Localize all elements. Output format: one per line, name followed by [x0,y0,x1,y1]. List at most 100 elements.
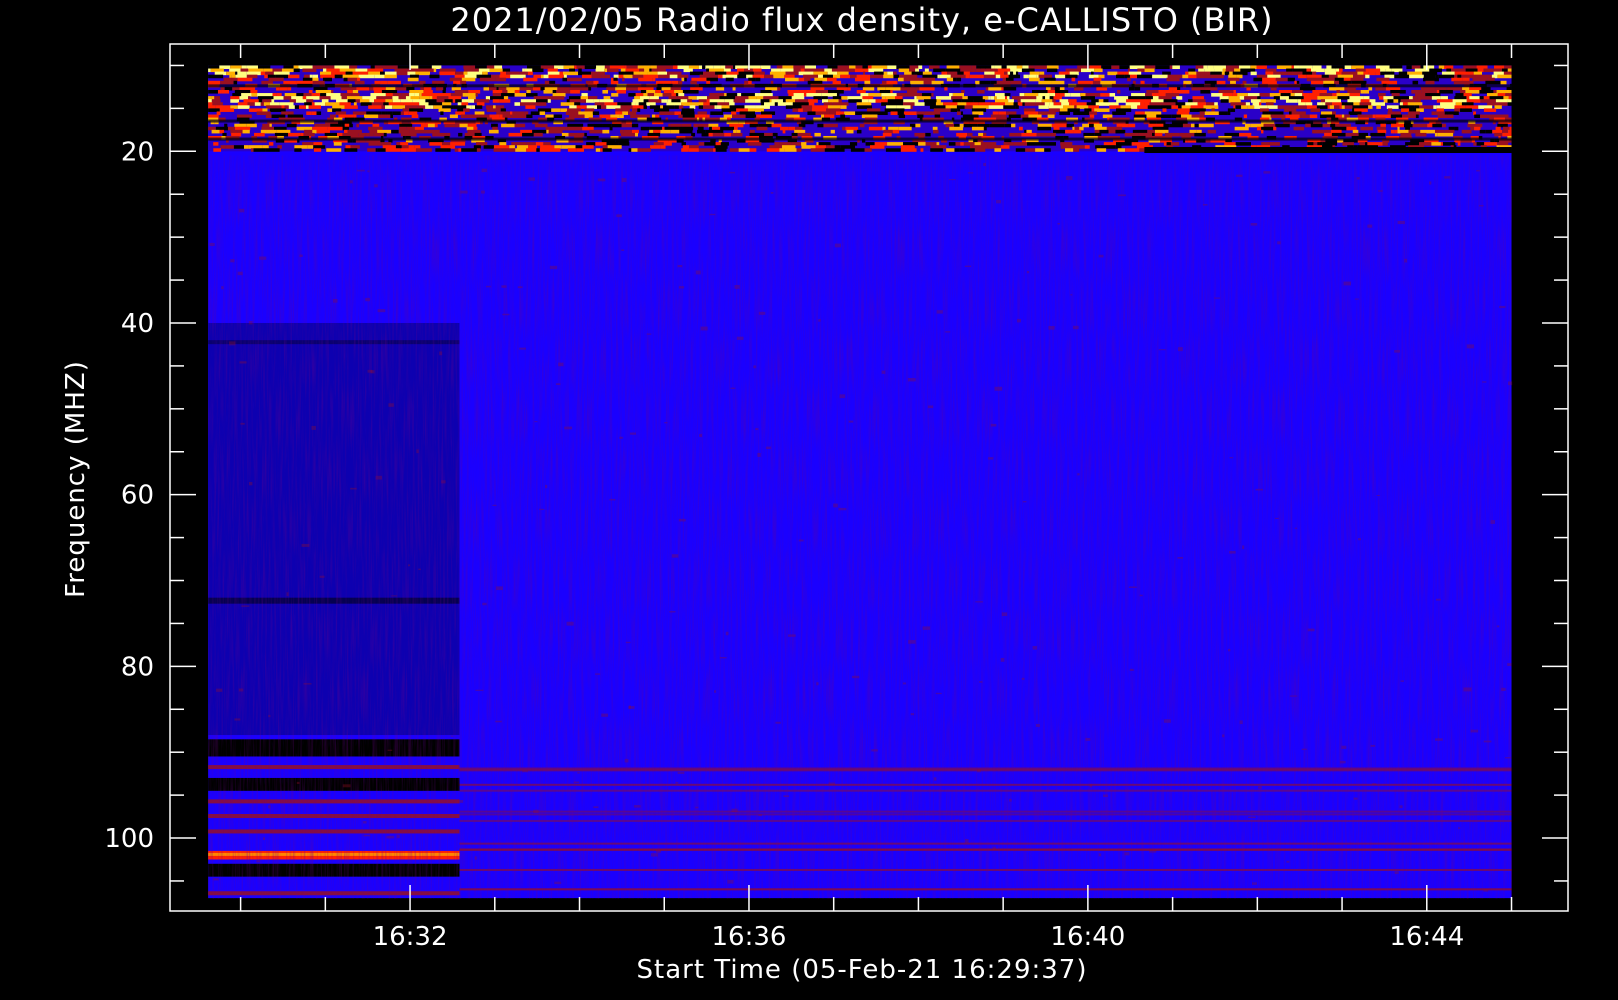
burst-cell [1023,74,1029,79]
burst-cell [647,93,655,97]
burst-cell [1076,105,1089,109]
burst-cell [649,96,659,100]
burst-cell [1444,65,1454,70]
burst-cell [914,132,926,137]
burst-cell [1357,71,1364,76]
burst-cell [586,142,596,146]
burst-cell [1230,80,1236,85]
burst-cell [509,145,515,149]
burst-cell [896,105,911,109]
burst-cell [449,77,462,82]
burst-cell [682,114,695,119]
burst-cell [1238,65,1251,70]
burst-cell [815,111,830,116]
burst-cell [1262,111,1269,116]
burst-cell [319,96,331,100]
burst-cell [933,108,949,112]
burst-cell [1207,129,1216,134]
burst-cell [606,105,621,109]
burst-cell [897,111,904,116]
burst-cell [1440,96,1448,100]
burst-cell [1183,80,1192,85]
burst-cell [486,65,495,70]
y-tick-label: 80 [121,652,154,682]
burst-cell [785,71,799,76]
burst-cell [916,111,925,116]
burst-cell [1353,74,1361,79]
burst-cell [267,99,272,103]
burst-cell [488,129,499,134]
burst-cell [1368,71,1376,76]
burst-cell [1235,142,1251,146]
burst-cell [1489,74,1492,79]
burst-cell [613,77,618,82]
burst-cell [934,114,941,119]
burst-cell [1088,74,1099,79]
burst-cell [620,105,633,109]
burst-cell [540,145,555,149]
burst-cell [230,105,238,109]
burst-cell [533,132,543,137]
burst-cell [1171,114,1182,119]
burst-cell [1305,123,1311,128]
burst-cell [1021,96,1037,100]
burst-cell [1383,99,1388,103]
burst-cell [709,99,725,103]
burst-cell [1346,126,1357,131]
burst-cell [1179,132,1195,137]
burst-cell [478,68,490,73]
burst-cell [875,99,888,103]
burst-cell [508,132,523,137]
burst-cell [1420,86,1436,91]
burst-cell [755,105,770,109]
burst-cell [360,102,372,106]
burst-cell [1395,111,1401,116]
burst-cell [314,102,321,106]
burst-cell [1147,105,1161,109]
burst-cell [1353,102,1360,106]
burst-cell [639,96,650,100]
burst-cell [1291,108,1297,112]
burst-cell [1483,96,1490,100]
burst-cell [1165,93,1180,97]
burst-cell [937,74,940,79]
burst-cell [1218,89,1234,94]
burst-cell [708,123,719,128]
burst-cell [1419,142,1432,146]
burst-cell [1017,102,1023,106]
burst-cell [827,71,838,76]
burst-cell [1189,108,1206,112]
burst-cell [258,99,263,103]
burst-cell [593,99,600,103]
burst-cell [765,86,778,91]
burst-cell [584,65,597,70]
burst-cell [1227,111,1231,116]
burst-cell [302,142,314,146]
burst-cell [1196,129,1202,134]
burst-cell [797,132,809,137]
burst-cell [1493,102,1508,106]
burst-cell [333,142,342,146]
burst-cell [574,102,581,106]
burst-cell [1343,77,1351,82]
burst-cell [1044,102,1050,106]
burst-cell [950,74,966,79]
burst-cell [649,68,652,73]
burst-cell [1380,68,1386,73]
burst-cell [362,96,377,100]
burst-cell [1210,71,1222,76]
burst-cell [369,132,374,137]
burst-cell [671,93,676,97]
burst-cell [284,105,289,109]
burst-cell [557,86,570,91]
burst-cell [320,93,327,97]
burst-cell [1100,80,1116,85]
burst-cell [599,99,614,103]
burst-cell [277,145,282,149]
burst-cell [1337,74,1354,79]
burst-cell [773,74,785,79]
burst-cell [966,102,979,106]
burst-cell [1124,132,1139,137]
burst-cell [653,142,656,146]
burst-cell [1207,65,1214,70]
